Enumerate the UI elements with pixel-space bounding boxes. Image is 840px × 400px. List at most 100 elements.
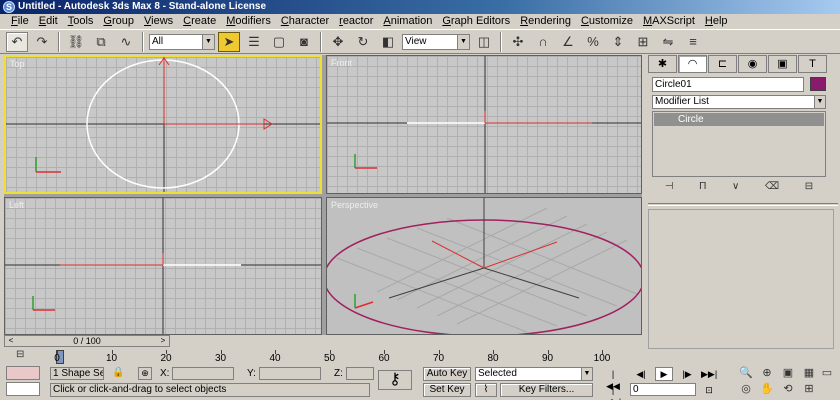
- menu-views[interactable]: Views: [139, 14, 178, 29]
- open-mini-curve-editor-icon[interactable]: ⊟: [16, 349, 34, 363]
- selection-filter-dropdown[interactable]: All ▼: [149, 33, 215, 50]
- maxscript-listener-input[interactable]: [6, 382, 40, 396]
- object-name-field[interactable]: Circle01: [652, 77, 804, 92]
- menu-graph-editors[interactable]: Graph Editors: [437, 14, 515, 29]
- modifier-list-dropdown[interactable]: Modifier List ▼: [652, 95, 826, 109]
- display-tab-icon[interactable]: ▣: [768, 55, 797, 73]
- time-configuration-icon[interactable]: ⊡: [700, 383, 718, 397]
- app-icon[interactable]: S: [3, 1, 15, 13]
- x-axis-gizmo: [483, 241, 558, 269]
- viewport-perspective[interactable]: Perspective: [326, 197, 642, 335]
- utilities-tab-icon[interactable]: T: [798, 55, 827, 73]
- select-and-move-icon[interactable]: ✥: [327, 32, 349, 52]
- menu-reactor[interactable]: reactor: [334, 14, 378, 29]
- redo-icon[interactable]: ↷: [31, 32, 53, 52]
- create-tab-icon[interactable]: ✱: [648, 55, 677, 73]
- align-icon[interactable]: ≡: [682, 32, 704, 52]
- window-title: Untitled - Autodesk 3ds Max 8 - Stand-al…: [18, 1, 267, 12]
- spinner-snap-icon[interactable]: ⇕: [607, 32, 629, 52]
- pin-stack-icon[interactable]: ⊣: [665, 181, 674, 197]
- menu-edit[interactable]: Edit: [34, 14, 63, 29]
- z-coordinate-field[interactable]: [346, 367, 374, 380]
- key-mode-dropdown[interactable]: Selected ▼: [475, 367, 593, 381]
- make-unique-icon[interactable]: ∨: [732, 181, 739, 197]
- select-and-link-icon[interactable]: ⛓: [65, 32, 87, 52]
- undo-icon[interactable]: ↶: [6, 31, 28, 52]
- pan-icon[interactable]: ✋: [758, 382, 776, 397]
- zoom-icon[interactable]: 🔍: [737, 366, 755, 381]
- absolute-mode-icon[interactable]: ⊕: [138, 367, 152, 380]
- key-mode-toggle-icon[interactable]: |◀▶|: [604, 383, 622, 400]
- lock-selection-icon[interactable]: 🔒: [112, 367, 124, 378]
- reference-coordinate-value: View: [405, 35, 427, 47]
- angle-snap-icon[interactable]: ∠: [557, 32, 579, 52]
- mirror-icon[interactable]: ⇋: [657, 32, 679, 52]
- maxscript-listener-mini[interactable]: [6, 366, 40, 380]
- select-and-scale-icon[interactable]: ◧: [377, 32, 399, 52]
- configure-modifier-sets-icon[interactable]: ⊟: [805, 181, 813, 197]
- set-key-button[interactable]: Set Key: [423, 383, 471, 397]
- previous-frame-icon[interactable]: <: [5, 336, 17, 346]
- menu-animation[interactable]: Animation: [378, 14, 437, 29]
- reference-coordinate-dropdown[interactable]: View ▼: [402, 33, 470, 50]
- menu-tools[interactable]: Tools: [63, 14, 99, 29]
- next-frame-icon[interactable]: >: [157, 336, 169, 346]
- bind-space-warp-icon[interactable]: ∿: [115, 32, 137, 52]
- menu-maxscript[interactable]: MAXScript: [638, 14, 700, 29]
- modify-tab-icon[interactable]: ◠: [678, 55, 707, 73]
- stack-item-circle[interactable]: Circle: [654, 113, 824, 126]
- y-coordinate-field[interactable]: [259, 367, 321, 380]
- select-and-rotate-icon[interactable]: ↻: [352, 32, 374, 52]
- menu-help[interactable]: Help: [700, 14, 733, 29]
- current-frame-field[interactable]: 0: [630, 383, 696, 396]
- menu-create[interactable]: Create: [178, 14, 221, 29]
- menu-group[interactable]: Group: [98, 14, 139, 29]
- snap-toggle-icon[interactable]: ∩: [532, 32, 554, 52]
- select-object-icon[interactable]: ➤: [218, 31, 240, 52]
- zoom-extents-all-icon[interactable]: ▦: [800, 366, 818, 381]
- select-by-name-icon[interactable]: ☰: [243, 32, 265, 52]
- key-icon[interactable]: ⚷: [378, 370, 412, 390]
- next-key-icon[interactable]: |▶: [678, 367, 696, 381]
- previous-key-icon[interactable]: ◀|: [632, 367, 650, 381]
- manipulate-icon[interactable]: ✣: [507, 32, 529, 52]
- x-label: X:: [160, 368, 170, 379]
- front-viewport-graphics: [327, 56, 641, 193]
- viewport-front[interactable]: Front: [326, 55, 642, 194]
- time-slider[interactable]: < 0 / 100 >: [4, 335, 170, 347]
- arc-rotate-icon[interactable]: ⟲: [779, 382, 797, 397]
- x-coordinate-field[interactable]: [172, 367, 234, 380]
- field-of-view-icon[interactable]: ◎: [737, 382, 755, 397]
- track-tick-label: 10: [105, 353, 118, 364]
- modifier-stack[interactable]: Circle: [652, 111, 826, 177]
- pivot-center-icon[interactable]: ◫: [473, 32, 495, 52]
- hierarchy-tab-icon[interactable]: ⊏: [708, 55, 737, 73]
- play-icon[interactable]: ▶: [655, 367, 673, 381]
- edit-named-selection-icon[interactable]: ⊞: [632, 32, 654, 52]
- key-filters-button[interactable]: Key Filters...: [500, 383, 593, 397]
- viewport-left[interactable]: Left: [4, 197, 322, 335]
- percent-snap-icon[interactable]: %: [582, 32, 604, 52]
- window-crossing-icon[interactable]: ◙: [293, 32, 315, 52]
- object-color-swatch[interactable]: [810, 77, 826, 91]
- menu-character[interactable]: Character: [276, 14, 334, 29]
- zoom-all-icon[interactable]: ⊕: [758, 366, 776, 381]
- motion-tab-icon[interactable]: ◉: [738, 55, 767, 73]
- title-bar: S Untitled - Autodesk 3ds Max 8 - Stand-…: [0, 0, 840, 14]
- menu-customize[interactable]: Customize: [576, 14, 638, 29]
- go-to-start-icon[interactable]: |◀◀: [604, 367, 622, 391]
- menu-file[interactable]: File: [6, 14, 34, 29]
- default-tangent-icon[interactable]: ⌇: [475, 383, 497, 397]
- zoom-region-icon[interactable]: ▭: [818, 366, 836, 381]
- remove-modifier-icon[interactable]: ⌫: [765, 181, 779, 197]
- auto-key-button[interactable]: Auto Key: [423, 367, 471, 381]
- unlink-icon[interactable]: ⧉: [90, 32, 112, 52]
- menu-modifiers[interactable]: Modifiers: [221, 14, 276, 29]
- maximize-viewport-icon[interactable]: ⊞: [800, 382, 818, 397]
- show-end-result-icon[interactable]: Π: [699, 181, 706, 197]
- zoom-extents-icon[interactable]: ▣: [779, 366, 797, 381]
- rectangular-selection-icon[interactable]: ▢: [268, 32, 290, 52]
- menu-rendering[interactable]: Rendering: [515, 14, 576, 29]
- go-to-end-icon[interactable]: ▶▶|: [700, 367, 718, 381]
- viewport-top[interactable]: Top: [4, 55, 322, 194]
